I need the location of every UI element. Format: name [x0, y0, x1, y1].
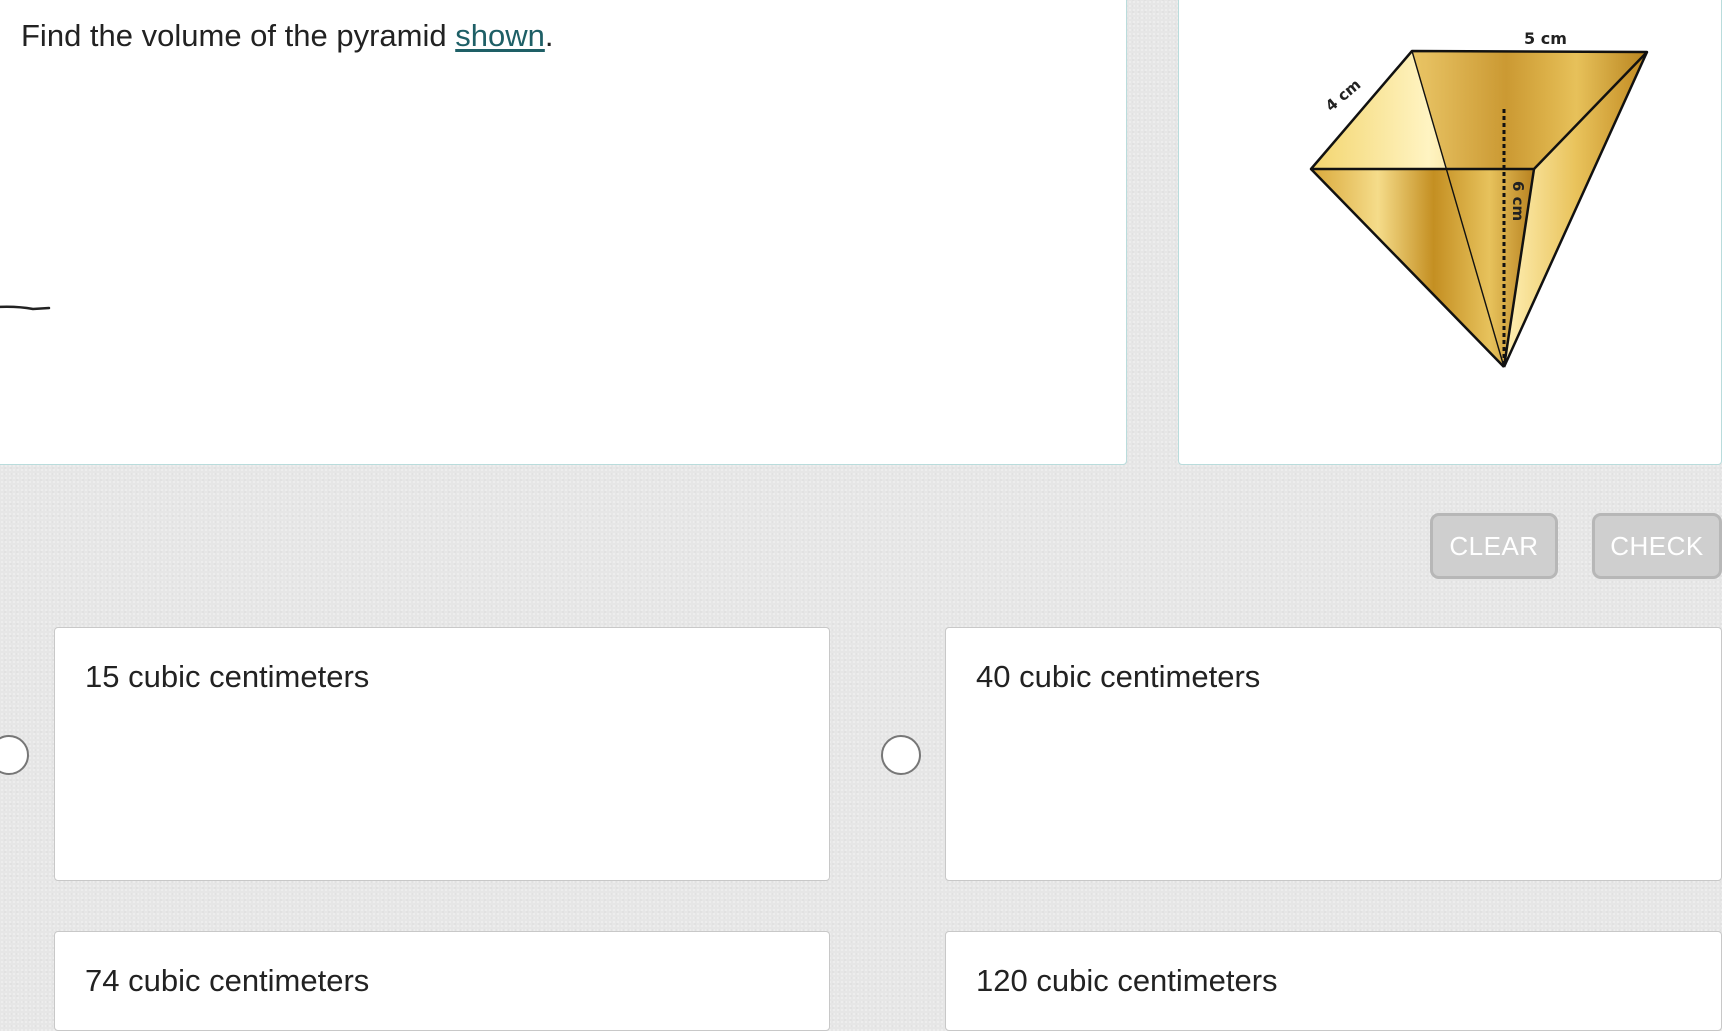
- question-suffix: .: [544, 18, 554, 53]
- pyramid-shape: [1309, 49, 1649, 368]
- choice-card-1[interactable]: 15 cubic centimeters: [54, 627, 830, 881]
- clear-button[interactable]: CLEAR: [1430, 513, 1558, 579]
- stray-pen-mark: [0, 305, 51, 311]
- check-button[interactable]: CHECK: [1592, 513, 1722, 579]
- choice-label-4: 120 cubic centimeters: [976, 963, 1278, 998]
- pyramid-front-face: [1311, 169, 1534, 367]
- label-height: 6 cm: [1509, 181, 1527, 221]
- question-text: Find the volume of the pyramid shown.: [21, 17, 553, 55]
- choice-label-1: 15 cubic centimeters: [85, 659, 370, 694]
- choice-card-2[interactable]: 40 cubic centimeters: [945, 627, 1722, 881]
- label-side-edge: 4 cm: [1322, 75, 1364, 115]
- choice-radio-2[interactable]: [881, 735, 921, 775]
- choice-card-4[interactable]: 120 cubic centimeters: [945, 931, 1722, 1031]
- label-top-edge: 5 cm: [1524, 29, 1567, 48]
- question-prefix: Find the volume of the pyramid: [21, 18, 456, 53]
- choice-radio-1[interactable]: [0, 735, 29, 775]
- question-panel: Find the volume of the pyramid shown.: [0, 0, 1127, 465]
- choice-label-3: 74 cubic centimeters: [85, 963, 370, 998]
- pyramid-figure: 5 cm 4 cm 6 cm: [1309, 29, 1649, 368]
- figure-panel: 5 cm 4 cm 6 cm: [1178, 0, 1722, 465]
- choice-card-3[interactable]: 74 cubic centimeters: [54, 931, 830, 1031]
- choice-label-2: 40 cubic centimeters: [976, 659, 1261, 694]
- shown-link[interactable]: shown: [455, 18, 545, 53]
